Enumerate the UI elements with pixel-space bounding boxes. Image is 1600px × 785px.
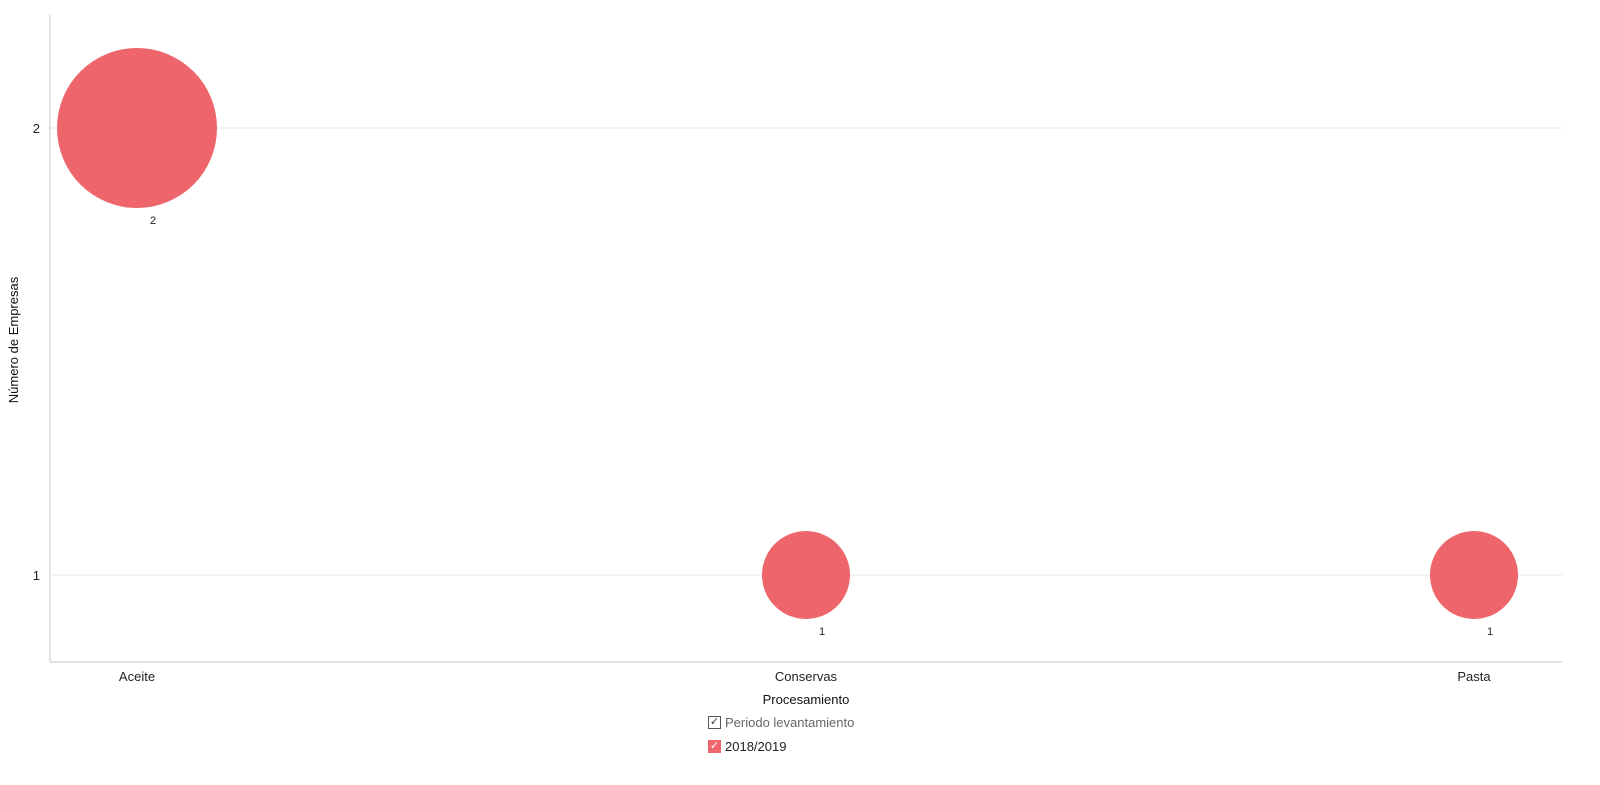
x-tick-label: Aceite [119, 669, 155, 684]
x-axis-title: Procesamiento [763, 692, 850, 707]
gridlines [50, 127, 1562, 576]
y-tick-label: 1 [33, 568, 40, 583]
bubble[interactable] [57, 48, 217, 208]
data-label: 1 [819, 626, 825, 638]
x-tick-label: Pasta [1457, 669, 1491, 684]
y-tick-labels: 21 [33, 121, 40, 583]
check-icon: ✓ [708, 739, 721, 753]
data-label: 1 [1487, 626, 1493, 638]
legend-series-label: 2018/2019 [725, 738, 787, 754]
legend-header[interactable]: ✓ Periodo levantamiento [708, 713, 854, 731]
data-label: 2 [150, 215, 156, 227]
y-tick-label: 2 [33, 121, 40, 136]
legend-item-series[interactable]: ✓ 2018/2019 [708, 737, 854, 755]
legend-title: Periodo levantamiento [725, 714, 855, 730]
bubbles [57, 48, 1518, 619]
legend: ✓ Periodo levantamiento ✓ 2018/2019 [708, 713, 854, 761]
bubble[interactable] [1430, 531, 1518, 619]
check-icon: ✓ [708, 715, 721, 729]
bubble[interactable] [762, 531, 850, 619]
bubble-chart: 21 Aceite Conservas Pasta 21 1 Procesamient… [6, 15, 1562, 707]
x-tick-label: Conservas [775, 669, 838, 684]
y-axis-title: Número de Empresas [6, 276, 21, 403]
x-tick-labels: Aceite Conservas Pasta [119, 669, 1491, 684]
